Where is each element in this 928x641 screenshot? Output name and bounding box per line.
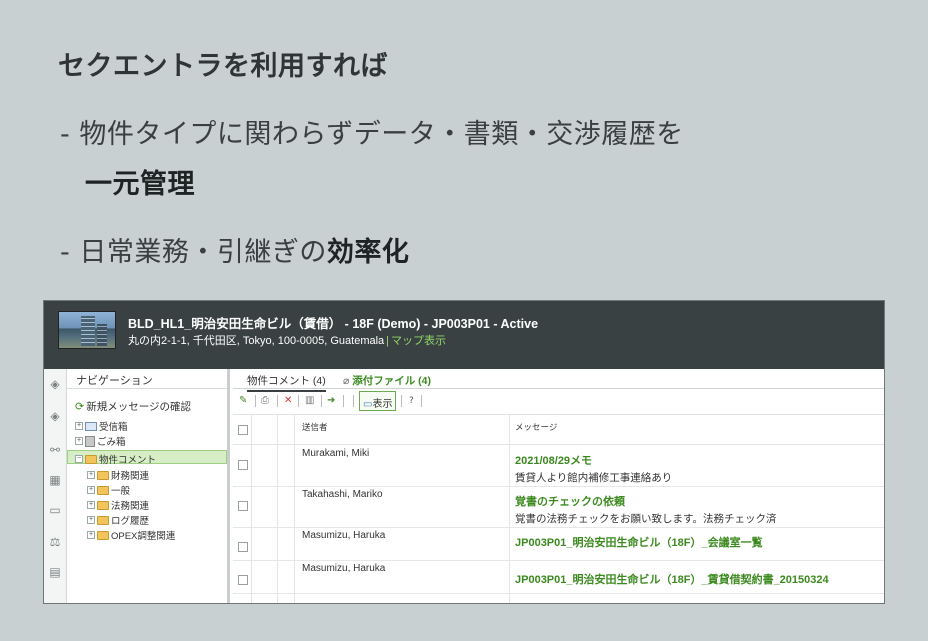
col-sender[interactable]: 送信者 (302, 421, 328, 433)
bullet-2-text: - 日常業務・引継ぎの (60, 237, 327, 268)
row-subject[interactable]: 2021/08/29メモ (515, 452, 592, 468)
new-messages-link[interactable]: ⟳ 新規メッセージの確認 (75, 399, 191, 414)
mail-icon (85, 421, 97, 431)
grid-icon[interactable]: ▦ (48, 473, 62, 487)
folder-icon (97, 530, 109, 540)
bullet-2: - 日常業務・引継ぎの効率化 (60, 230, 409, 269)
row-sender: Murakami, Miki (302, 448, 370, 459)
folder-label: 一般 (111, 486, 131, 497)
layers-icon[interactable]: ◈ (48, 409, 62, 423)
monitor-icon[interactable]: ▭ (48, 503, 62, 517)
attachments-label: 添付ファイル (4) (352, 375, 431, 387)
trash-label: ごみ箱 (97, 437, 126, 448)
row-checkbox[interactable] (238, 575, 248, 585)
expand-icon[interactable]: + (87, 516, 95, 524)
table-row[interactable]: Murakami, Miki 2021/08/29メモ 賃貸人より館内補修工事連… (233, 446, 884, 487)
col-message[interactable]: メッセージ (515, 421, 557, 433)
row-sender: Masumizu, Haruka (302, 563, 386, 574)
row-subject[interactable]: 覚書のチェックの依頼 (515, 493, 625, 509)
calendar-icon[interactable]: ▤ (48, 565, 62, 579)
folder-label: OPEX調整関連 (111, 531, 176, 542)
show-label: 表示 (372, 399, 393, 410)
row-subject[interactable]: JP003P01_明治安田生命ビル（18F）_賃貸借契約書_20150324 (515, 571, 829, 587)
expand-icon[interactable]: + (75, 437, 83, 445)
bullet-2-emphasis: 効率化 (326, 237, 410, 268)
nav-property-comments[interactable]: − 物件コメント (75, 452, 156, 466)
property-address-line: 丸の内2-1-1, 千代田区, Tokyo, 100-0005, Guatema… (128, 332, 446, 348)
row-subject[interactable]: JP003P01_明治安田生命ビル（18F）_会議室一覧 (515, 534, 763, 550)
app-window: BLD_HL1_明治安田生命ビル（賃借） - 18F (Demo) - JP00… (43, 300, 885, 604)
address-separator: | (386, 335, 390, 347)
folder-label: 法務関連 (111, 501, 150, 512)
expand-icon[interactable]: + (87, 486, 95, 494)
folder-label: 財務関連 (111, 471, 150, 482)
nav-inbox[interactable]: + 受信箱 (75, 419, 128, 433)
new-messages-label: 新規メッセージの確認 (86, 401, 192, 413)
trash-icon (85, 435, 95, 447)
refresh-icon: ⟳ (75, 401, 85, 413)
row-preview: 覚書の法務チェックをお願い致します。法務チェック済 (515, 513, 777, 525)
row-sender: Takahashi, Mariko (302, 489, 383, 500)
tab-attachments[interactable]: ⌀ 添付ファイル (4) (343, 373, 431, 388)
paperclip-icon: ⌀ (343, 375, 353, 387)
row-checkbox[interactable] (238, 460, 248, 470)
nav-trash[interactable]: + ごみ箱 (75, 434, 126, 448)
property-title: BLD_HL1_明治安田生命ビル（賃借） - 18F (Demo) - JP00… (128, 317, 539, 331)
scale-icon[interactable]: ⚖ (48, 535, 62, 549)
row-checkbox[interactable] (238, 501, 248, 511)
show-button[interactable]: ▭表示 (359, 391, 397, 411)
property-comments-label: 物件コメント (99, 455, 157, 466)
move-icon[interactable]: ➜ (327, 395, 335, 407)
table-row[interactable]: Masumizu, Haruka JP003P01_明治安田生命ビル（18F）_… (233, 561, 884, 594)
collapse-icon[interactable]: − (75, 455, 83, 463)
folder-icon (97, 485, 109, 495)
folder-icon (97, 500, 109, 510)
folder-open-icon (85, 454, 97, 464)
property-address: 丸の内2-1-1, 千代田区, Tokyo, 100-0005, Guatema… (128, 335, 385, 347)
help-icon[interactable]: ? (409, 395, 414, 407)
comments-panel: 物件コメント (4) ⌀ 添付ファイル (4) ✎ ⎙ ✕ ▥ ➜ ▭表示 ? (233, 369, 884, 603)
select-all-checkbox[interactable] (238, 425, 248, 435)
expand-icon[interactable]: + (87, 471, 95, 479)
navigation-panel: ナビゲーション ⟳ 新規メッセージの確認 + 受信箱 + ごみ箱 − 物件コメント + 財… (67, 369, 230, 603)
nav-folder[interactable]: + OPEX調整関連 (87, 528, 175, 542)
print-icon[interactable]: ⎙ (261, 395, 269, 407)
toolbar: ✎ ⎙ ✕ ▥ ➜ ▭表示 ? (233, 389, 884, 415)
network-icon[interactable]: ⚯ (48, 443, 62, 457)
delete-icon[interactable]: ✕ (284, 395, 292, 407)
expand-icon[interactable]: + (75, 422, 83, 430)
window-body: ◈ ◈ ⚯ ▦ ▭ ⚖ ▤ ナビゲーション ⟳ 新規メッセージの確認 + 受信箱 +… (44, 369, 884, 603)
nav-folder[interactable]: + 法務関連 (87, 498, 149, 512)
row-sender: Masumizu, Haruka (302, 530, 386, 541)
cube-icon[interactable]: ◈ (48, 377, 62, 391)
folder-icon (97, 470, 109, 480)
inbox-label: 受信箱 (99, 422, 128, 433)
icon-rail: ◈ ◈ ⚯ ▦ ▭ ⚖ ▤ (44, 369, 67, 603)
folder-icon (97, 515, 109, 525)
property-header: BLD_HL1_明治安田生命ビル（賃借） - 18F (Demo) - JP00… (44, 301, 884, 369)
tab-bar: 物件コメント (4) ⌀ 添付ファイル (4) (233, 369, 884, 392)
grid-header: 送信者 メッセージ (233, 415, 884, 445)
nav-folder[interactable]: + 一般 (87, 483, 130, 497)
building-thumbnail (58, 311, 116, 349)
bullet-1: - 物件タイプに関わらずデータ・書類・交渉履歴を (60, 119, 684, 150)
table-row[interactable]: Takahashi, Mariko 覚書のチェックの依頼 覚書の法務チェックをお… (233, 487, 884, 528)
slide-headline: セクエントラを利用すれば (58, 51, 388, 82)
archive-icon[interactable]: ▥ (305, 395, 314, 407)
expand-icon[interactable]: + (87, 531, 95, 539)
table-row[interactable]: Masumizu, Haruka JP003P01_明治安田生命ビル（18F）_… (233, 528, 884, 561)
expand-icon[interactable]: + (87, 501, 95, 509)
new-comment-icon[interactable]: ✎ (239, 395, 247, 407)
folder-label: ログ履歴 (111, 516, 150, 527)
nav-folder[interactable]: + 財務関連 (87, 468, 149, 482)
nav-folder[interactable]: + ログ履歴 (87, 513, 149, 527)
row-checkbox[interactable] (238, 542, 248, 552)
map-link[interactable]: マップ表示 (391, 335, 446, 347)
row-preview: 賃貸人より館内補修工事連絡あり (515, 472, 673, 484)
nav-title: ナビゲーション (67, 369, 227, 389)
bullet-1-emphasis: 一元管理 (85, 169, 195, 200)
